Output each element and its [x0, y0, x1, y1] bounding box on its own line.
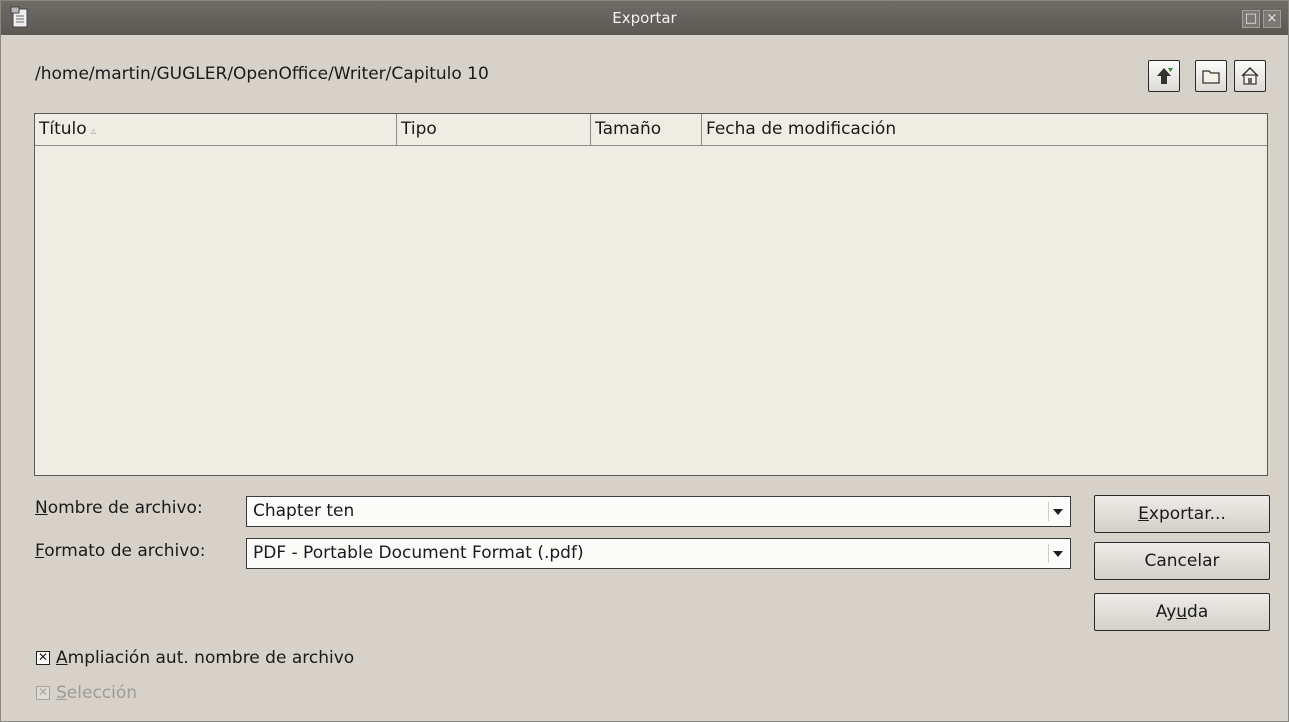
filename-input[interactable]: Chapter ten: [253, 497, 354, 526]
checkmark-icon: ✕: [37, 650, 49, 664]
column-header-size[interactable]: Tamaño: [591, 114, 702, 145]
file-format-value: PDF - Portable Document Format (.pdf): [253, 543, 584, 563]
sort-ascending-icon: ▵: [90, 124, 97, 137]
file-list[interactable]: Título ▵ Tipo Tamaño Fecha de modificació…: [34, 113, 1268, 476]
selection-checkbox: ✕: [36, 686, 50, 700]
column-size-label: Tamaño: [595, 119, 662, 139]
home-icon: [1241, 66, 1259, 85]
export-button[interactable]: Exportar...: [1094, 495, 1270, 533]
current-path: /home/martin/GUGLER/OpenOffice/Writer/Ca…: [35, 64, 489, 84]
new-folder-icon: [1202, 70, 1220, 84]
title-bar[interactable]: Exportar □ ×: [1, 1, 1288, 35]
chevron-down-icon[interactable]: [1048, 502, 1067, 521]
maximize-button[interactable]: □: [1242, 10, 1260, 28]
close-icon: ×: [1266, 11, 1278, 26]
column-title-label: Título: [39, 119, 87, 139]
window-title: Exportar: [612, 9, 677, 27]
close-button[interactable]: ×: [1263, 10, 1281, 28]
up-level-icon: [1157, 68, 1173, 84]
checkmark-icon: ✕: [37, 685, 49, 699]
maximize-icon: □: [1244, 11, 1258, 26]
new-folder-button[interactable]: [1195, 60, 1227, 92]
home-button[interactable]: [1234, 60, 1266, 92]
file-list-header: Título ▵ Tipo Tamaño Fecha de modificació…: [35, 114, 1267, 146]
column-header-type[interactable]: Tipo: [397, 114, 591, 145]
help-button[interactable]: Ayuda: [1094, 593, 1270, 631]
column-date-label: Fecha de modificación: [706, 119, 897, 139]
column-type-label: Tipo: [401, 119, 437, 139]
column-header-title[interactable]: Título ▵: [35, 114, 397, 145]
auto-extension-label[interactable]: Ampliación aut. nombre de archivo: [56, 648, 354, 668]
column-header-date-modified[interactable]: Fecha de modificación: [702, 114, 1267, 145]
auto-extension-checkbox[interactable]: ✕: [36, 651, 50, 665]
file-format-label: Formato de archivo:: [35, 541, 206, 561]
filename-combobox[interactable]: Chapter ten: [246, 496, 1071, 527]
up-level-button[interactable]: [1148, 60, 1180, 92]
selection-label: Selección: [56, 683, 138, 703]
file-format-select[interactable]: PDF - Portable Document Format (.pdf): [246, 538, 1071, 569]
cancel-button[interactable]: Cancelar: [1094, 542, 1270, 580]
export-dialog: Exportar □ × /home/martin/GUGLER/OpenOff…: [0, 0, 1289, 722]
filename-label: Nombre de archivo:: [35, 498, 203, 518]
chevron-down-icon[interactable]: [1048, 544, 1067, 563]
